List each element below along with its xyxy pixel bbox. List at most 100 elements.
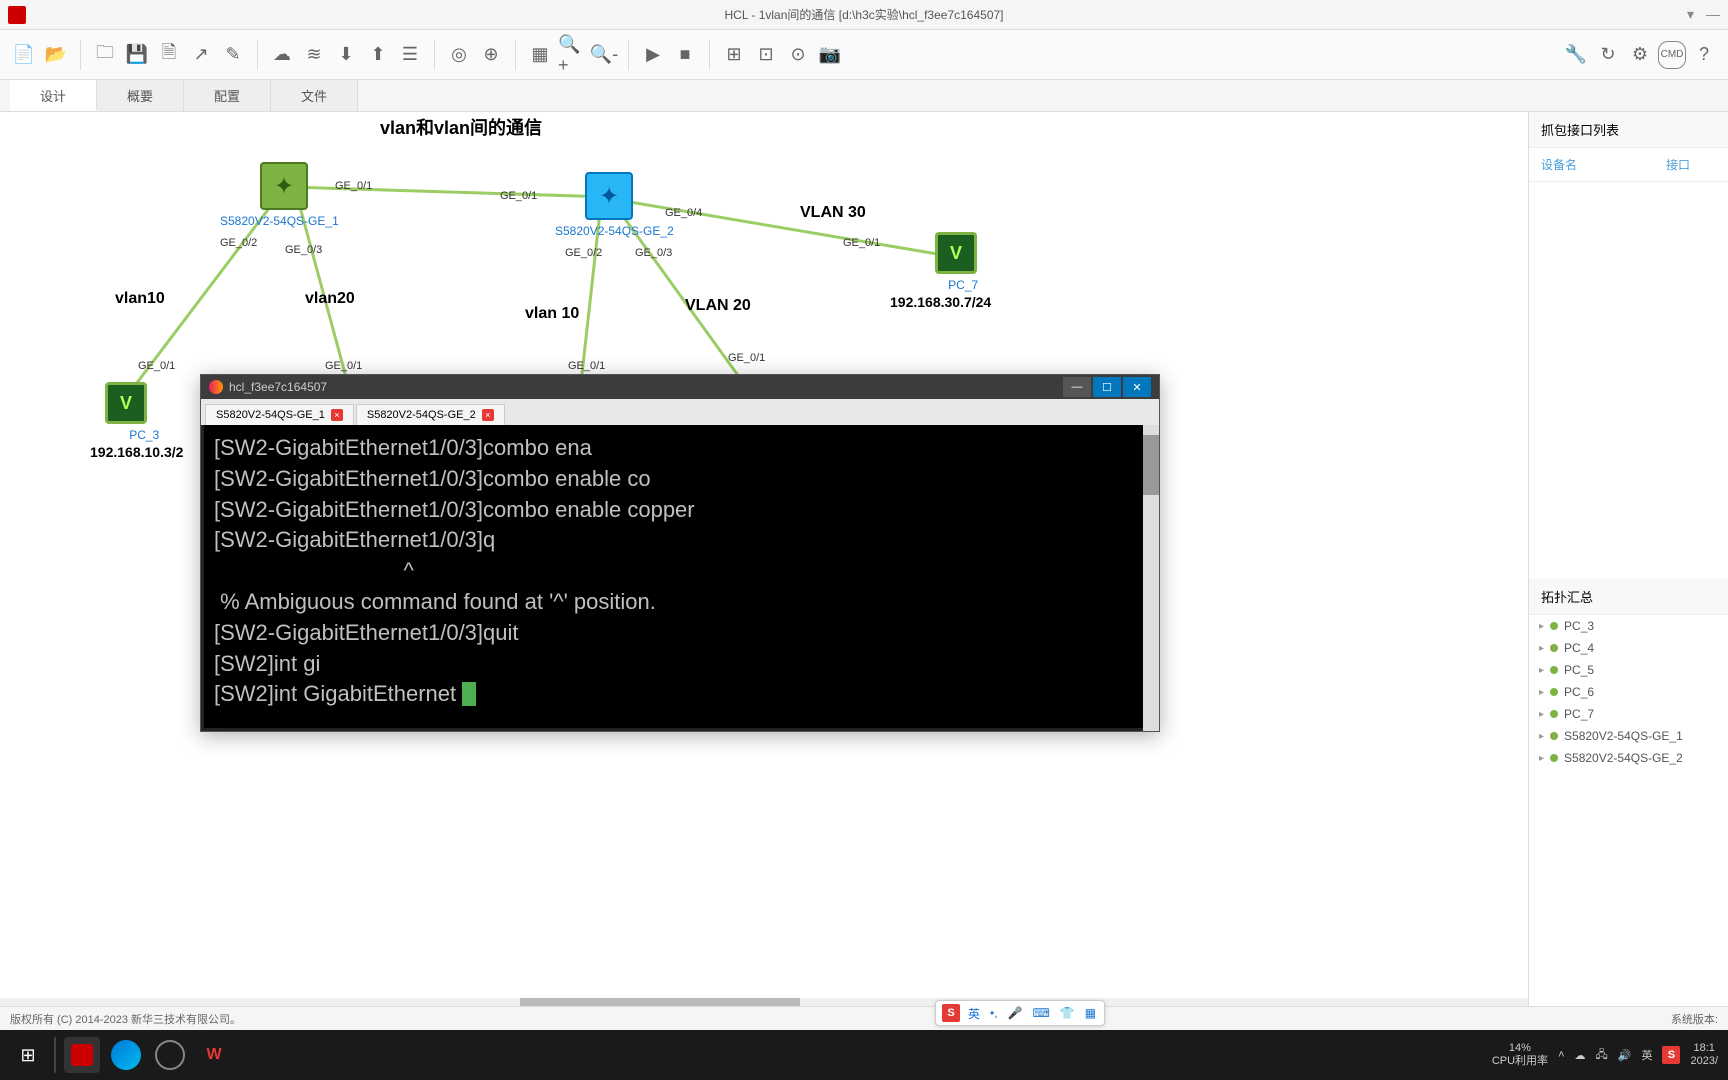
- list-item[interactable]: ▸PC_7: [1529, 703, 1728, 725]
- ime-mic-icon[interactable]: 🎤: [1006, 1006, 1025, 1020]
- task-view-icon[interactable]: ⊞: [10, 1037, 46, 1073]
- tray-onedrive-icon[interactable]: ☁: [1575, 1049, 1586, 1062]
- zoom-out-icon[interactable]: 🔍-: [590, 41, 618, 69]
- terminal-maximize-icon[interactable]: ☐: [1093, 377, 1121, 397]
- settings-icon[interactable]: ⚙: [1626, 41, 1654, 69]
- col-device-name[interactable]: 设备名: [1541, 156, 1666, 173]
- topology-canvas[interactable]: vlan和vlan间的通信 ✦ S5820V2-54QS-GE_1 ✦ S582…: [0, 112, 1528, 1012]
- vlan-label: VLAN 20: [685, 297, 751, 315]
- sogou-logo-icon[interactable]: S: [942, 1004, 960, 1022]
- upload-icon[interactable]: ⬆: [364, 41, 392, 69]
- status-dot-icon: [1550, 688, 1558, 696]
- tab-overview[interactable]: 概要: [97, 80, 184, 111]
- status-dot-icon: [1550, 710, 1558, 718]
- pc-node-3[interactable]: V PC_3 192.168.10.3/2: [105, 382, 183, 460]
- tab-close-icon[interactable]: ×: [482, 409, 494, 421]
- ime-menu-icon[interactable]: ▦: [1083, 1006, 1098, 1020]
- chevron-icon: ▸: [1539, 687, 1544, 698]
- pc-icon: V: [105, 382, 147, 424]
- camera-icon[interactable]: 📷: [816, 41, 844, 69]
- port-label: GE_0/1: [843, 237, 880, 249]
- stop-icon[interactable]: ■: [671, 41, 699, 69]
- windows-taskbar[interactable]: ⊞ W 14% CPU利用率 ˄ ☁ 🖧 🔊 英 S 18:1 2023/: [0, 1030, 1728, 1080]
- cmd-icon[interactable]: CMD: [1658, 41, 1686, 69]
- terminal-titlebar[interactable]: hcl_f3ee7c164507 — ☐ ✕: [201, 375, 1159, 399]
- tray-network-icon[interactable]: 🖧: [1596, 1046, 1608, 1065]
- globe-icon[interactable]: ⊕: [477, 41, 505, 69]
- list-item[interactable]: ▸PC_3: [1529, 615, 1728, 637]
- obs-app-icon[interactable]: [152, 1037, 188, 1073]
- export-icon[interactable]: ↗: [187, 41, 215, 69]
- terminal-tab-2[interactable]: S5820V2-54QS-GE_2 ×: [356, 404, 505, 425]
- table-icon[interactable]: ⊞: [720, 41, 748, 69]
- device-name: PC_4: [1564, 641, 1594, 655]
- port-label: GE_0/1: [335, 180, 372, 192]
- tray-lang[interactable]: 英: [1641, 1047, 1652, 1063]
- pc-node-7[interactable]: V PC_7 192.168.30.7/24: [935, 232, 991, 310]
- grid-icon[interactable]: ▦: [526, 41, 554, 69]
- minimize-icon[interactable]: —: [1706, 6, 1720, 23]
- terminal-output[interactable]: [SW2-GigabitEthernet1/0/3]combo ena [SW2…: [201, 425, 1159, 731]
- list-item[interactable]: ▸PC_4: [1529, 637, 1728, 659]
- terminal-window[interactable]: hcl_f3ee7c164507 — ☐ ✕ S5820V2-54QS-GE_1…: [200, 374, 1160, 732]
- terminal-minimize-icon[interactable]: —: [1063, 377, 1091, 397]
- hcl-app-icon[interactable]: [64, 1037, 100, 1073]
- node-label: PC_3: [105, 428, 183, 442]
- save-icon[interactable]: 💾: [123, 41, 151, 69]
- ime-lang[interactable]: 英: [966, 1005, 982, 1022]
- layers-icon[interactable]: ≋: [300, 41, 328, 69]
- download-icon[interactable]: ⬇: [332, 41, 360, 69]
- cpu-usage[interactable]: 14% CPU利用率: [1492, 1042, 1548, 1068]
- wps-app-icon[interactable]: W: [196, 1037, 232, 1073]
- tab-file[interactable]: 文件: [271, 80, 358, 111]
- port-label: GE_0/3: [635, 247, 672, 259]
- tray-volume-icon[interactable]: 🔊: [1618, 1049, 1632, 1062]
- terminal-close-icon[interactable]: ✕: [1123, 377, 1151, 397]
- window-titlebar: HCL - 1vlan间的通信 [d:\h3c实验\hcl_f3ee7c1645…: [0, 0, 1728, 30]
- list-icon[interactable]: ☰: [396, 41, 424, 69]
- version-label: 系统版本:: [1671, 1011, 1718, 1027]
- add-link-icon[interactable]: ⊙: [784, 41, 812, 69]
- list-item[interactable]: ▸PC_6: [1529, 681, 1728, 703]
- edit-icon[interactable]: ✎: [219, 41, 247, 69]
- open-file-icon[interactable]: 📂: [42, 41, 70, 69]
- tray-clock[interactable]: 18:1 2023/: [1690, 1042, 1718, 1068]
- tab-design[interactable]: 设计: [10, 80, 97, 111]
- col-interface[interactable]: 接口: [1666, 156, 1716, 173]
- tray-chevron-icon[interactable]: ˄: [1558, 1049, 1564, 1061]
- chevron-icon: ▸: [1539, 665, 1544, 676]
- tray-sogou-icon[interactable]: S: [1662, 1046, 1680, 1064]
- cloud-icon[interactable]: ☁: [268, 41, 296, 69]
- help-icon[interactable]: ?: [1690, 41, 1718, 69]
- statusbar: 版权所有 (C) 2014-2023 新华三技术有限公司。 系统版本:: [0, 1006, 1728, 1030]
- target-icon[interactable]: ◎: [445, 41, 473, 69]
- tab-config[interactable]: 配置: [184, 80, 271, 111]
- wrench-icon[interactable]: 🔧: [1562, 41, 1590, 69]
- vlan-label: VLAN 30: [800, 204, 866, 222]
- list-item[interactable]: ▸S5820V2-54QS-GE_2: [1529, 747, 1728, 769]
- ime-toolbar[interactable]: S 英 •, 🎤 ⌨ 👕 ▦: [935, 1000, 1105, 1026]
- switch-node-1[interactable]: ✦ S5820V2-54QS-GE_1: [260, 162, 339, 228]
- play-icon[interactable]: ▶: [639, 41, 667, 69]
- refresh-icon[interactable]: ↻: [1594, 41, 1622, 69]
- add-node-icon[interactable]: ⊡: [752, 41, 780, 69]
- topology-device-list: ▸PC_3 ▸PC_4 ▸PC_5 ▸PC_6 ▸PC_7 ▸S5820V2-5…: [1529, 615, 1728, 1012]
- list-item[interactable]: ▸PC_5: [1529, 659, 1728, 681]
- terminal-tab-1[interactable]: S5820V2-54QS-GE_1 ×: [205, 404, 354, 425]
- ime-punct-icon[interactable]: •,: [988, 1006, 1000, 1020]
- switch-node-2[interactable]: ✦ S5820V2-54QS-GE_2: [585, 172, 674, 238]
- edge-browser-icon[interactable]: [108, 1037, 144, 1073]
- terminal-scrollbar[interactable]: [1143, 425, 1159, 731]
- tab-close-icon[interactable]: ×: [331, 409, 343, 421]
- ime-skin-icon[interactable]: 👕: [1058, 1006, 1077, 1020]
- dropdown-icon[interactable]: ▾: [1687, 6, 1694, 23]
- folder-icon[interactable]: 🗀: [91, 41, 119, 69]
- ime-keyboard-icon[interactable]: ⌨: [1031, 1006, 1052, 1020]
- chevron-icon: ▸: [1539, 621, 1544, 632]
- save-as-icon[interactable]: 🗎: [155, 41, 183, 69]
- new-file-icon[interactable]: 📄: [10, 41, 38, 69]
- system-tray: 14% CPU利用率 ˄ ☁ 🖧 🔊 英 S 18:1 2023/: [1492, 1042, 1718, 1068]
- zoom-in-icon[interactable]: 🔍+: [558, 41, 586, 69]
- list-item[interactable]: ▸S5820V2-54QS-GE_1: [1529, 725, 1728, 747]
- port-label: GE_0/1: [728, 352, 765, 364]
